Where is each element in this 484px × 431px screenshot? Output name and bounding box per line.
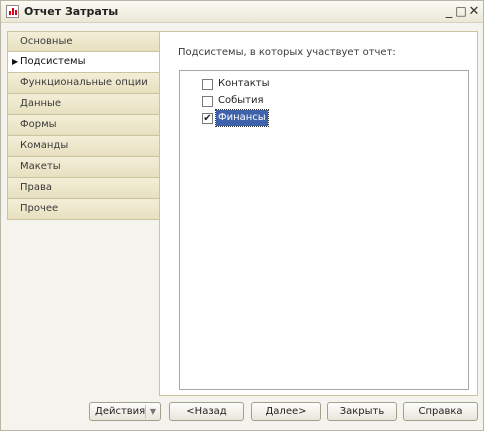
- sidebar-item-data[interactable]: Данные: [7, 94, 160, 115]
- checkbox-label: События: [218, 95, 264, 106]
- sidebar-item-functional-options[interactable]: Функциональные опции: [7, 73, 160, 94]
- sidebar-nav: Основные ▶ Подсистемы Функциональные опц…: [7, 31, 161, 220]
- back-button[interactable]: <Назад: [169, 402, 244, 421]
- checkbox-label: Контакты: [218, 78, 270, 89]
- subsystems-list[interactable]: Контакты События ✔ Финансы: [179, 70, 469, 390]
- sidebar-item-label: Формы: [20, 119, 57, 130]
- current-arrow-icon: ▶: [12, 57, 19, 66]
- next-button[interactable]: Далее>: [251, 402, 321, 421]
- sidebar-item-templates[interactable]: Макеты: [7, 157, 160, 178]
- sidebar-item-general[interactable]: Основные: [7, 31, 160, 52]
- actions-button[interactable]: Действия ▼: [89, 402, 161, 421]
- chevron-down-icon: ▼: [149, 407, 156, 416]
- app-icon: [6, 5, 19, 18]
- subsystems-panel: Подсистемы, в которых участвует отчет: К…: [159, 31, 478, 396]
- checkbox-label: Финансы: [215, 109, 269, 127]
- report-window: Отчет Затраты _ □ ✕ Основные ▶ Подсистем…: [0, 0, 484, 431]
- window-title: Отчет Затраты: [24, 5, 119, 18]
- sidebar-item-label: Макеты: [20, 161, 61, 172]
- sidebar-item-label: Функциональные опции: [20, 77, 148, 88]
- close-icon[interactable]: ✕: [467, 4, 481, 19]
- sidebar-item-label: Прочее: [20, 203, 59, 214]
- checkbox-events[interactable]: [202, 96, 213, 107]
- sidebar-item-subsystems[interactable]: ▶ Подсистемы: [7, 52, 161, 73]
- checkbox-contacts[interactable]: [202, 79, 213, 90]
- sidebar-item-label: Данные: [20, 98, 62, 109]
- panel-caption: Подсистемы, в которых участвует отчет:: [178, 47, 396, 58]
- sidebar-item-label: Подсистемы: [20, 56, 86, 67]
- sidebar-item-label: Основные: [20, 36, 73, 47]
- sidebar-item-label: Команды: [20, 140, 69, 151]
- close-button[interactable]: Закрыть: [327, 402, 397, 421]
- sidebar-item-forms[interactable]: Формы: [7, 115, 160, 136]
- sidebar-item-other[interactable]: Прочее: [7, 199, 160, 220]
- actions-label: Действия: [95, 406, 146, 417]
- help-button[interactable]: Справка: [403, 402, 478, 421]
- sidebar-item-rights[interactable]: Права: [7, 178, 160, 199]
- sidebar-item-commands[interactable]: Команды: [7, 136, 160, 157]
- title-bar[interactable]: Отчет Затраты _ □ ✕: [1, 1, 483, 23]
- sidebar-item-label: Права: [20, 182, 53, 193]
- checkbox-finance[interactable]: ✔: [202, 113, 213, 124]
- maximize-icon[interactable]: □: [454, 4, 468, 19]
